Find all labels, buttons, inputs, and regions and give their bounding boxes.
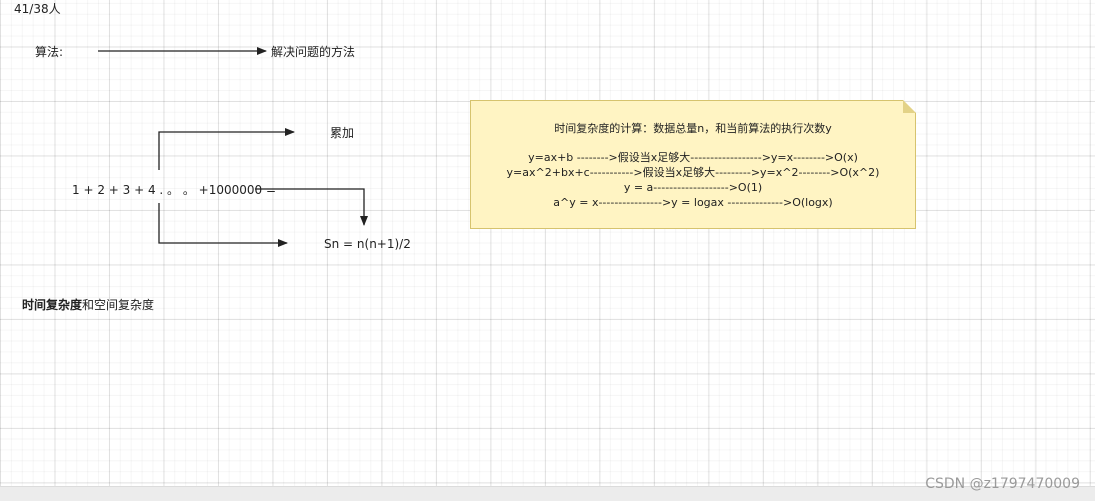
summation-expression: 1 + 2 + 3 + 4 . 。 。 +1000000 = [72,183,277,197]
note-line: a^y = x---------------->y = logax ------… [553,196,833,209]
connector-arrows [98,47,368,247]
complexity-note [470,100,916,229]
heading-bold-part: 时间复杂度 [22,298,83,312]
note-line: y=ax+b -------->假设当x足够大-----------------… [528,151,858,164]
note-line: y = a------------------->O(1) [623,181,763,194]
accumulate-arrow [158,128,295,170]
sum-formula: Sn = n(n+1)/2 [324,237,411,251]
note-line: y=ax^2+bx+c----------->假设当x足够大--------->… [506,166,880,179]
heading-normal-part: 和空间复杂度 [82,298,155,312]
formula-arrow [158,203,288,247]
note-title: 时间复杂度的计算：数据总量n，和当前算法的执行次数y [554,122,832,135]
algorithm-term: 算法: [35,45,64,59]
algorithm-definition: 解决问题的方法 [271,45,356,59]
section-heading: 时间复杂度和空间复杂度 [22,298,154,312]
accumulate-label: 累加 [330,126,355,140]
watermark: CSDN @z1797470009 [925,476,1080,492]
page-counter: 41/38人 [14,2,61,16]
